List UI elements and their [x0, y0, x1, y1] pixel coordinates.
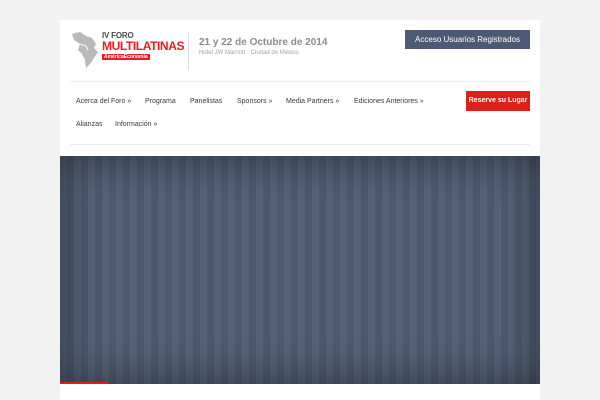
header-divider [188, 34, 189, 70]
logo-line-2: MULTILATINAS [102, 39, 185, 53]
slider-progress-bar [60, 382, 108, 384]
nav-item-programa[interactable]: Programa [145, 98, 176, 105]
nav-item-sponsors[interactable]: Sponsors » [237, 98, 272, 105]
header-separator [70, 81, 530, 82]
nav-separator [70, 144, 530, 145]
logo-badge: AméricaEconomía [102, 54, 150, 60]
event-date: 21 y 22 de Octubre de 2014 [199, 37, 328, 48]
nav-item-panelistas[interactable]: Panelistas [190, 98, 222, 105]
event-venue: Hotel JW Marriott · Ciudad de México [199, 50, 299, 56]
nav-item-informacion[interactable]: Información » [115, 121, 157, 128]
nav-item-alianzas[interactable]: Alianzas [76, 121, 102, 128]
latin-america-map-icon [72, 32, 98, 68]
nav-item-ediciones[interactable]: Ediciones Anteriores » [354, 98, 424, 105]
nav-item-media-partners[interactable]: Media Partners » [286, 98, 339, 105]
site-logo[interactable]: IV FORO MULTILATINAS AméricaEconomía [70, 28, 186, 76]
nav-item-acerca[interactable]: Acerca del Foro » [76, 98, 131, 105]
login-button[interactable]: Acceso Usuarios Registrados [405, 30, 530, 49]
hero-slider[interactable] [60, 156, 540, 384]
page-container: IV FORO MULTILATINAS AméricaEconomía 21 … [60, 20, 540, 400]
reserve-button[interactable]: Reserve su Lugar [466, 91, 530, 111]
